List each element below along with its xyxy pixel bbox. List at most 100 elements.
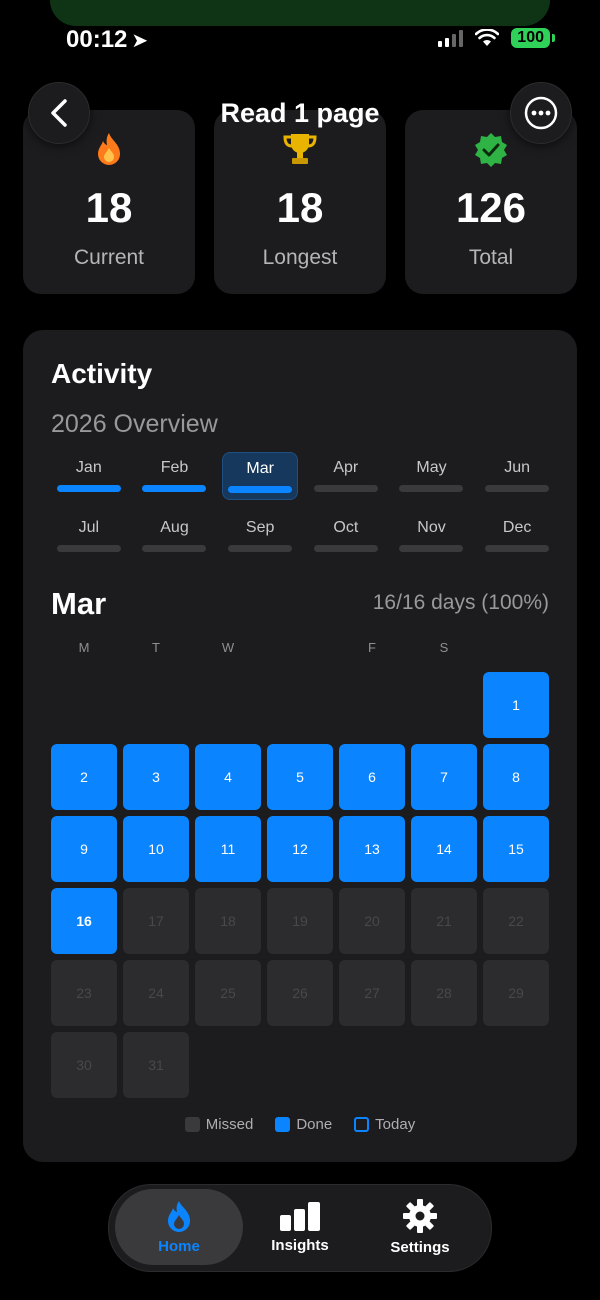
calendar-day-future: 24 — [123, 960, 189, 1026]
calendar-day-done[interactable]: 15 — [483, 816, 549, 882]
month-label: Oct — [333, 518, 359, 536]
month-progress-bar — [485, 544, 550, 552]
status-indicators: 100 — [438, 28, 555, 48]
weekday-label — [483, 640, 549, 655]
month-aug[interactable]: Aug — [137, 512, 213, 558]
calendar-day-done[interactable]: 13 — [339, 816, 405, 882]
calendar-day-done[interactable]: 8 — [483, 744, 549, 810]
activity-subtitle: 2026 Overview — [51, 410, 218, 438]
flame-icon — [168, 1200, 190, 1232]
weekday-label: S — [439, 640, 449, 655]
month-label: Dec — [502, 518, 532, 536]
month-label: Jul — [78, 518, 100, 536]
calendar-day-future: 28 — [411, 960, 477, 1026]
calendar-legend: Missed Done Today — [23, 1116, 577, 1133]
calendar-day-future: 27 — [339, 960, 405, 1026]
month-progress-bar — [228, 485, 293, 493]
legend-label: Today — [375, 1116, 416, 1133]
calendar-day-future: 19 — [267, 888, 333, 954]
month-sep[interactable]: Sep — [222, 512, 298, 558]
calendar-day-done[interactable]: 9 — [51, 816, 117, 882]
calendar-day-done[interactable]: 6 — [339, 744, 405, 810]
month-feb[interactable]: Feb — [137, 452, 213, 498]
calendar-empty-cell — [267, 672, 333, 738]
tab-label: Settings — [390, 1238, 450, 1256]
status-time-text: 00:12 — [66, 26, 128, 53]
tab-label: Home — [158, 1237, 200, 1255]
calendar-day-future: 25 — [195, 960, 261, 1026]
month-progress-bar — [485, 484, 550, 492]
month-label: Mar — [246, 459, 274, 477]
calendar-day-done[interactable]: 2 — [51, 744, 117, 810]
month-label: May — [416, 458, 447, 476]
tab-home[interactable]: Home — [115, 1189, 243, 1265]
legend-swatch-today — [354, 1117, 370, 1132]
month-progress-bar — [399, 544, 464, 552]
calendar-month-title: Mar — [51, 586, 107, 621]
calendar-day-future: 30 — [51, 1032, 117, 1098]
location-arrow-icon: ➤ — [131, 30, 149, 52]
month-jun[interactable]: Jun — [479, 452, 555, 498]
calendar-day-future: 20 — [339, 888, 405, 954]
calendar-grid: 1 2 3 4 5 6 7 8 9 10 11 12 13 14 15 16 1… — [51, 672, 551, 1098]
month-label: Jun — [504, 458, 531, 476]
month-jan[interactable]: Jan — [51, 452, 127, 498]
tab-settings[interactable]: Settings — [356, 1189, 484, 1265]
battery-indicator: 100 — [511, 28, 555, 48]
activity-title: Activity — [51, 358, 153, 389]
month-label: Sep — [245, 518, 275, 536]
stat-label: Longest — [262, 246, 338, 269]
activity-card: Activity 2026 Overview Jan Feb Mar Apr M… — [23, 330, 577, 1162]
calendar-day-today[interactable]: 16 — [51, 888, 117, 954]
legend-label: Done — [296, 1116, 333, 1133]
month-oct[interactable]: Oct — [308, 512, 384, 558]
month-mar[interactable]: Mar — [222, 452, 298, 500]
weekday-label — [267, 640, 333, 655]
weekday-label: F — [368, 640, 376, 655]
month-label: Apr — [333, 458, 359, 476]
calendar-empty-cell — [339, 672, 405, 738]
legend-done: Done — [275, 1116, 332, 1133]
month-label: Aug — [160, 518, 189, 536]
weekday-header: M T W F S — [51, 640, 551, 655]
ellipsis-circle-icon — [524, 96, 558, 130]
calendar-empty-cell — [411, 672, 477, 738]
wifi-icon — [475, 29, 500, 46]
month-nov[interactable]: Nov — [394, 512, 470, 558]
month-may[interactable]: May — [394, 452, 470, 498]
calendar-day-future: 22 — [483, 888, 549, 954]
calendar-day-future: 31 — [123, 1032, 189, 1098]
month-progress-bar — [142, 484, 207, 492]
calendar-day-done[interactable]: 7 — [411, 744, 477, 810]
notification-banner — [50, 0, 550, 26]
month-dec[interactable]: Dec — [479, 512, 555, 558]
calendar-day-done[interactable]: 4 — [195, 744, 261, 810]
stat-card-longest: 18 Longest — [214, 110, 386, 294]
calendar-day-done[interactable]: 3 — [123, 744, 189, 810]
tab-insights[interactable]: Insights — [236, 1189, 364, 1265]
calendar-empty-cell — [195, 672, 261, 738]
weekday-label: W — [221, 640, 235, 655]
calendar-day-done[interactable]: 14 — [411, 816, 477, 882]
calendar-day-future: 23 — [51, 960, 117, 1026]
legend-swatch-done — [275, 1117, 291, 1132]
month-progress-bar — [313, 544, 378, 552]
legend-missed: Missed — [184, 1116, 254, 1133]
calendar-day-done[interactable]: 10 — [123, 816, 189, 882]
calendar-day-done[interactable]: 11 — [195, 816, 261, 882]
month-progress-bar — [399, 484, 464, 492]
gear-icon — [403, 1198, 437, 1233]
calendar-day-done[interactable]: 5 — [267, 744, 333, 810]
month-progress-bar — [313, 484, 378, 492]
calendar-day-future: 18 — [195, 888, 261, 954]
calendar-day-done[interactable]: 1 — [483, 672, 549, 738]
status-time: 00:12 ➤ — [66, 26, 148, 54]
month-apr[interactable]: Apr — [308, 452, 384, 498]
calendar-empty-cell — [51, 672, 117, 738]
month-jul[interactable]: Jul — [51, 512, 127, 558]
calendar-day-future: 29 — [483, 960, 549, 1026]
more-options-button[interactable] — [510, 82, 572, 144]
legend-label: Missed — [205, 1116, 254, 1133]
weekday-label: T — [152, 640, 160, 655]
calendar-day-done[interactable]: 12 — [267, 816, 333, 882]
